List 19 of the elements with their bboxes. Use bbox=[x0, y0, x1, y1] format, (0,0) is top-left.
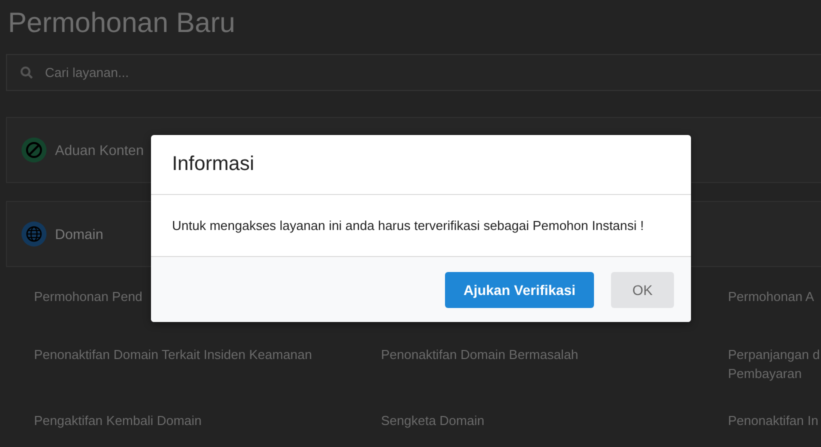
service-link[interactable]: Permohonan Pend bbox=[34, 287, 142, 306]
ok-button[interactable]: OK bbox=[611, 272, 674, 308]
category-label: Aduan Konten bbox=[55, 142, 144, 158]
verify-button[interactable]: Ajukan Verifikasi bbox=[445, 272, 594, 308]
page-title: Permohonan Baru bbox=[7, 6, 236, 40]
service-link[interactable]: Penonaktifan Domain Bermasalah bbox=[381, 345, 578, 364]
blocked-icon bbox=[21, 137, 47, 163]
dialog-title: Informasi bbox=[172, 153, 254, 176]
service-link[interactable]: Permohonan A bbox=[728, 287, 814, 306]
service-link[interactable]: Penonaktifan Domain Terkait Insiden Keamanan bbox=[34, 345, 312, 364]
search-icon bbox=[20, 66, 33, 79]
globe-icon bbox=[21, 221, 47, 247]
service-link[interactable]: Penonaktifan In bbox=[728, 411, 818, 430]
service-link[interactable]: Sengketa Domain bbox=[381, 411, 484, 430]
search-field[interactable]: Cari layanan... bbox=[6, 54, 821, 91]
service-link[interactable]: Perpanjangan d Pembayaran bbox=[728, 345, 820, 383]
category-label: Domain bbox=[55, 226, 104, 242]
dialog-message: Untuk mengakses layanan ini anda harus terverifikasi sebagai Pemohon Instansi ! bbox=[172, 218, 644, 233]
service-link[interactable]: Pengaktifan Kembali Domain bbox=[34, 411, 202, 430]
